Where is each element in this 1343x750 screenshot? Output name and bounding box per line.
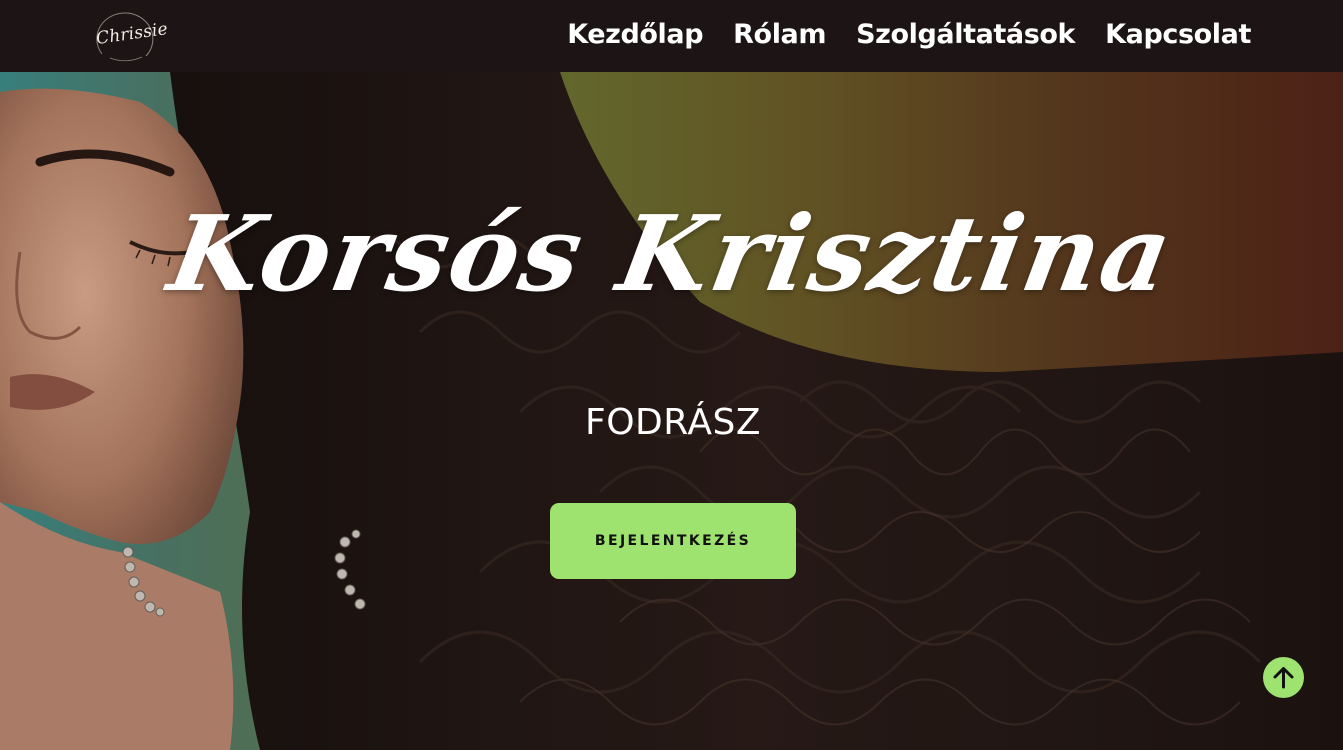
main-nav: Kezdőlap Rólam Szolgáltatások Kapcsolat: [567, 18, 1251, 52]
booking-button[interactable]: BEJELENTKEZÉS: [550, 503, 796, 579]
hero-title: Korsós Krisztina: [160, 192, 1183, 315]
hero-section: Korsós Krisztina FODRÁSZ BEJELENTKEZÉS: [0, 72, 1343, 750]
arrow-up-icon: [1273, 667, 1294, 689]
hero-subtitle: FODRÁSZ: [585, 402, 761, 443]
nav-link-contact[interactable]: Kapcsolat: [1105, 18, 1251, 52]
scroll-to-top-button[interactable]: [1263, 657, 1304, 698]
nav-link-home[interactable]: Kezdőlap: [567, 18, 703, 52]
logo[interactable]: Chrissie: [92, 10, 169, 68]
page: Chrissie Kezdőlap Rólam Szolgáltatások K…: [0, 0, 1343, 750]
nav-link-about[interactable]: Rólam: [733, 18, 826, 52]
nav-link-services[interactable]: Szolgáltatások: [856, 18, 1075, 52]
navbar: Chrissie Kezdőlap Rólam Szolgáltatások K…: [0, 0, 1343, 72]
